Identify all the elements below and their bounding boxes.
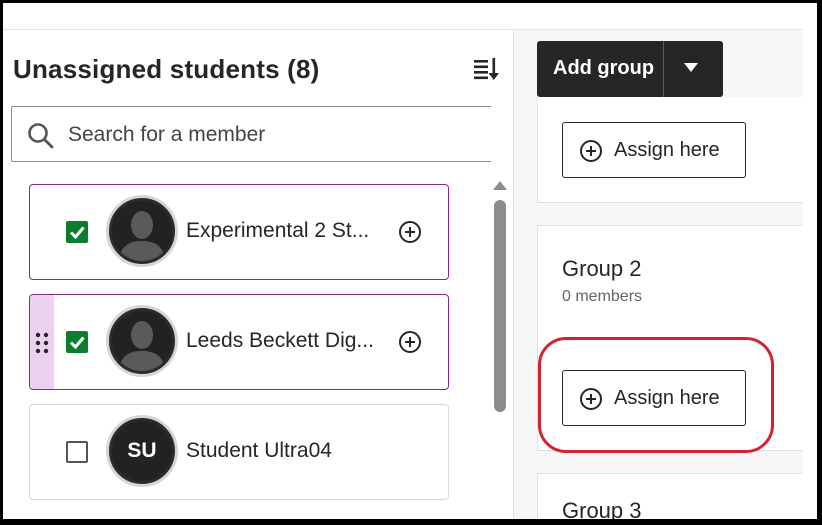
member-name: Leeds Beckett Dig... (186, 329, 374, 352)
unassigned-panel: Unassigned students (8) Search for a mem… (3, 30, 513, 519)
group-card: Group 3 (537, 473, 803, 519)
avatar (106, 195, 178, 267)
assign-here-button[interactable]: Assign here (562, 370, 746, 426)
member-name: Experimental 2 St... (186, 219, 370, 242)
sort-icon[interactable] (471, 54, 501, 84)
check-icon (69, 336, 85, 350)
add-group-label[interactable]: Add group (553, 57, 654, 80)
member-name: Student Ultra04 (186, 439, 332, 462)
search-input[interactable] (66, 117, 480, 153)
group-title: Group 2 (562, 256, 642, 281)
member-card[interactable]: Leeds Beckett Dig... (29, 294, 449, 390)
avatar (106, 305, 178, 377)
assign-here-label: Assign here (614, 387, 720, 409)
group-member-count: 0 members (562, 288, 643, 305)
assign-here-button[interactable]: Assign here (562, 122, 746, 178)
member-checkbox[interactable] (66, 331, 88, 353)
search-icon (28, 123, 54, 149)
member-card[interactable]: SU Student Ultra04 (29, 404, 449, 500)
button-separator (663, 41, 664, 97)
add-circle-icon (580, 388, 602, 410)
member-card[interactable]: Experimental 2 St... (29, 184, 449, 280)
avatar: SU (106, 415, 178, 487)
add-circle-icon (580, 140, 602, 162)
assign-here-label: Assign here (614, 139, 720, 161)
person-silhouette-icon (118, 211, 166, 261)
group-card: Assign here (537, 97, 803, 203)
drag-handle[interactable] (30, 295, 54, 389)
chevron-down-icon[interactable] (684, 63, 698, 72)
add-circle-icon[interactable] (398, 220, 422, 244)
drag-dots-icon (35, 332, 49, 354)
avatar-initials: SU (127, 439, 157, 462)
group-title: Group 3 (562, 498, 642, 519)
check-icon (69, 226, 85, 240)
scroll-up-arrow-icon[interactable] (493, 181, 507, 190)
unassigned-title: Unassigned students (8) (13, 54, 320, 84)
member-search (11, 106, 491, 162)
groups-editor: Unassigned students (8) Search for a mem… (3, 3, 817, 519)
member-checkbox[interactable] (66, 221, 88, 243)
add-group-button[interactable]: Add group (537, 41, 723, 97)
person-silhouette-icon (118, 321, 166, 371)
member-checkbox[interactable] (66, 441, 88, 463)
group-card: Group 2 0 members Assign here (537, 225, 803, 451)
scrollbar-thumb[interactable] (494, 200, 506, 412)
add-circle-icon[interactable] (398, 330, 422, 354)
